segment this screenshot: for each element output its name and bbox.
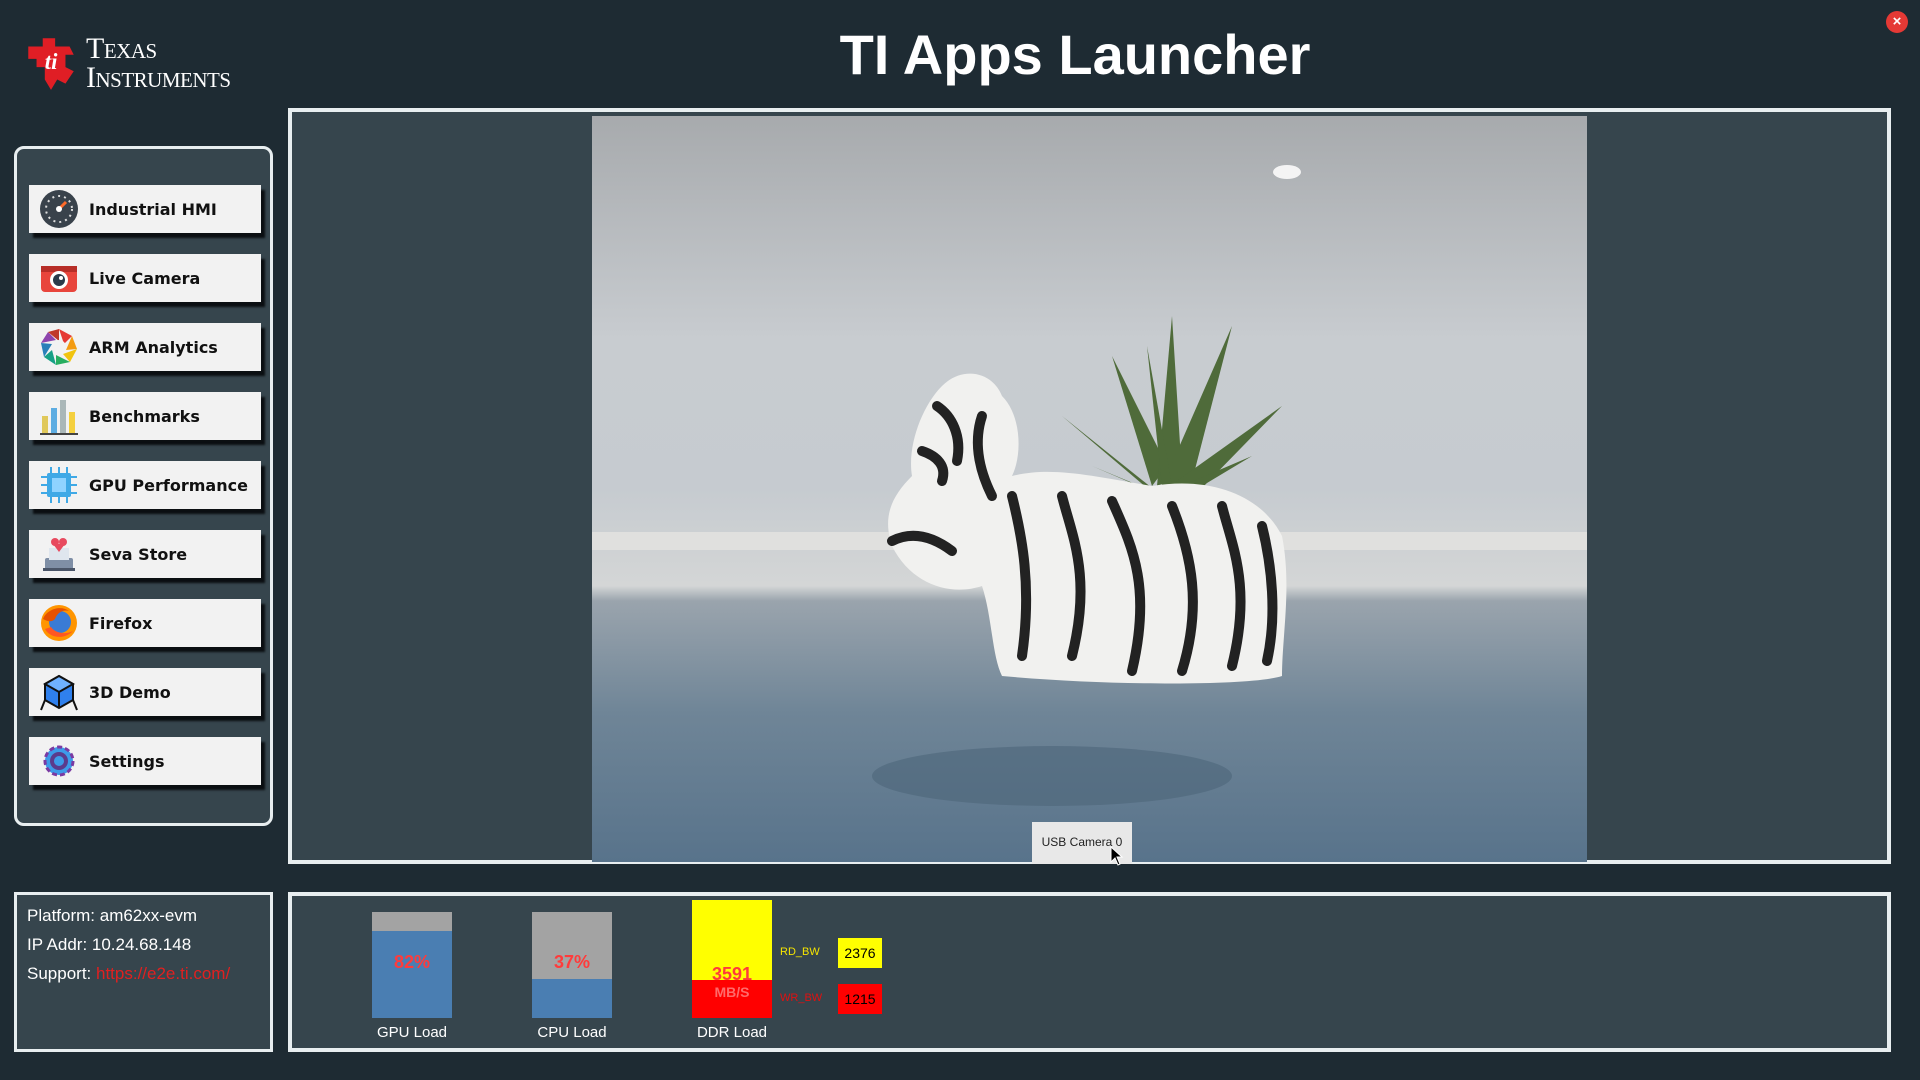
- store-icon: [39, 534, 79, 574]
- cube-icon: [39, 672, 79, 712]
- sidebar-item-label: Seva Store: [89, 544, 188, 564]
- ddr-load-bar: 3591 MB/S: [692, 900, 772, 1018]
- sidebar-item-firefox[interactable]: Firefox: [29, 599, 261, 647]
- ip-address-text: IP Addr: 10.24.68.148: [27, 935, 192, 954]
- platform-text: Platform: am62xx-evm: [27, 906, 198, 925]
- sidebar-item-label: 3D Demo: [89, 682, 171, 702]
- sidebar-item-label: Industrial HMI: [89, 199, 217, 219]
- cpu-load-percent: 37%: [553, 952, 591, 972]
- mouse-cursor-icon: [1110, 846, 1124, 866]
- support-link[interactable]: https://e2e.ti.com/: [96, 964, 230, 983]
- cpu-load-label: CPU Load: [537, 1024, 607, 1041]
- gear-icon: [39, 741, 79, 781]
- support-row: Support: https://e2e.ti.com/: [27, 959, 260, 988]
- bar-chart-icon: [39, 396, 79, 436]
- sidebar-item-gpu-performance[interactable]: GPU Performance: [29, 461, 261, 509]
- sidebar-item-industrial-hmi[interactable]: Industrial HMI: [29, 185, 261, 233]
- platform-info-panel: Platform: am62xx-evm IP Addr: 10.24.68.1…: [14, 892, 273, 1052]
- logo-text: Texas Instruments: [86, 32, 231, 94]
- app-viewer: USB Camera 0: [288, 108, 1891, 866]
- sidebar-item-seva-store[interactable]: Seva Store: [29, 530, 261, 578]
- sidebar-item-label: Firefox: [89, 613, 153, 633]
- sidebar-item-label: Benchmarks: [89, 406, 200, 426]
- speedometer-icon: [39, 189, 79, 229]
- sidebar-item-live-camera[interactable]: Live Camera: [29, 254, 261, 302]
- logo-line-2: Instruments: [86, 61, 231, 94]
- ddr-load-unit: MB/S: [714, 984, 750, 1000]
- sidebar-item-label: Live Camera: [89, 268, 201, 288]
- performance-stats-panel: 82% GPU Load 37% CPU Load 3591 MB/S DDR …: [288, 892, 1891, 1052]
- close-button[interactable]: ×: [1886, 11, 1908, 33]
- sidebar-item-arm-analytics[interactable]: ARM Analytics: [29, 323, 261, 371]
- sidebar-item-benchmarks[interactable]: Benchmarks: [29, 392, 261, 440]
- firefox-icon: [39, 603, 79, 643]
- sidebar-item-label: Settings: [89, 751, 165, 771]
- page-title: TI Apps Launcher: [839, 23, 1311, 86]
- sidebar-item-label: ARM Analytics: [89, 337, 218, 357]
- chip-icon: [39, 465, 79, 505]
- camera-feed-image: [592, 165, 1587, 806]
- wr-bw-label: WR_BW: [780, 992, 823, 1004]
- svg-text:ti: ti: [45, 49, 58, 74]
- gpu-load-label: GPU Load: [376, 1024, 448, 1041]
- ti-logo: ti Texas Instruments: [20, 32, 290, 94]
- gpu-load-fill: [372, 931, 452, 1018]
- wr-bw-value: 1215: [838, 984, 882, 1014]
- camera-feed: [592, 116, 1587, 862]
- rd-bw-label: RD_BW: [780, 946, 820, 958]
- gpu-load-percent: 82%: [393, 952, 431, 972]
- camera-icon: [39, 258, 79, 298]
- rd-bw-value: 2376: [838, 938, 882, 968]
- cpu-load-bar: 37%: [532, 912, 612, 1018]
- sidebar-item-3d-demo[interactable]: 3D Demo: [29, 668, 261, 716]
- logo-line-1: Texas: [86, 32, 157, 65]
- sidebar-item-label: GPU Performance: [89, 475, 248, 495]
- ddr-load-label: DDR Load: [696, 1024, 768, 1041]
- app-sidebar: Industrial HMI Live Camera ARM Analytics…: [14, 146, 273, 826]
- gpu-load-bar: 82%: [372, 912, 452, 1018]
- sidebar-item-settings[interactable]: Settings: [29, 737, 261, 785]
- ddr-load-value: 3591: [711, 964, 753, 984]
- ti-logo-icon: ti: [28, 38, 74, 90]
- cpu-load-fill: [532, 978, 612, 1018]
- aperture-icon: [39, 327, 79, 367]
- support-label: Support:: [27, 964, 96, 983]
